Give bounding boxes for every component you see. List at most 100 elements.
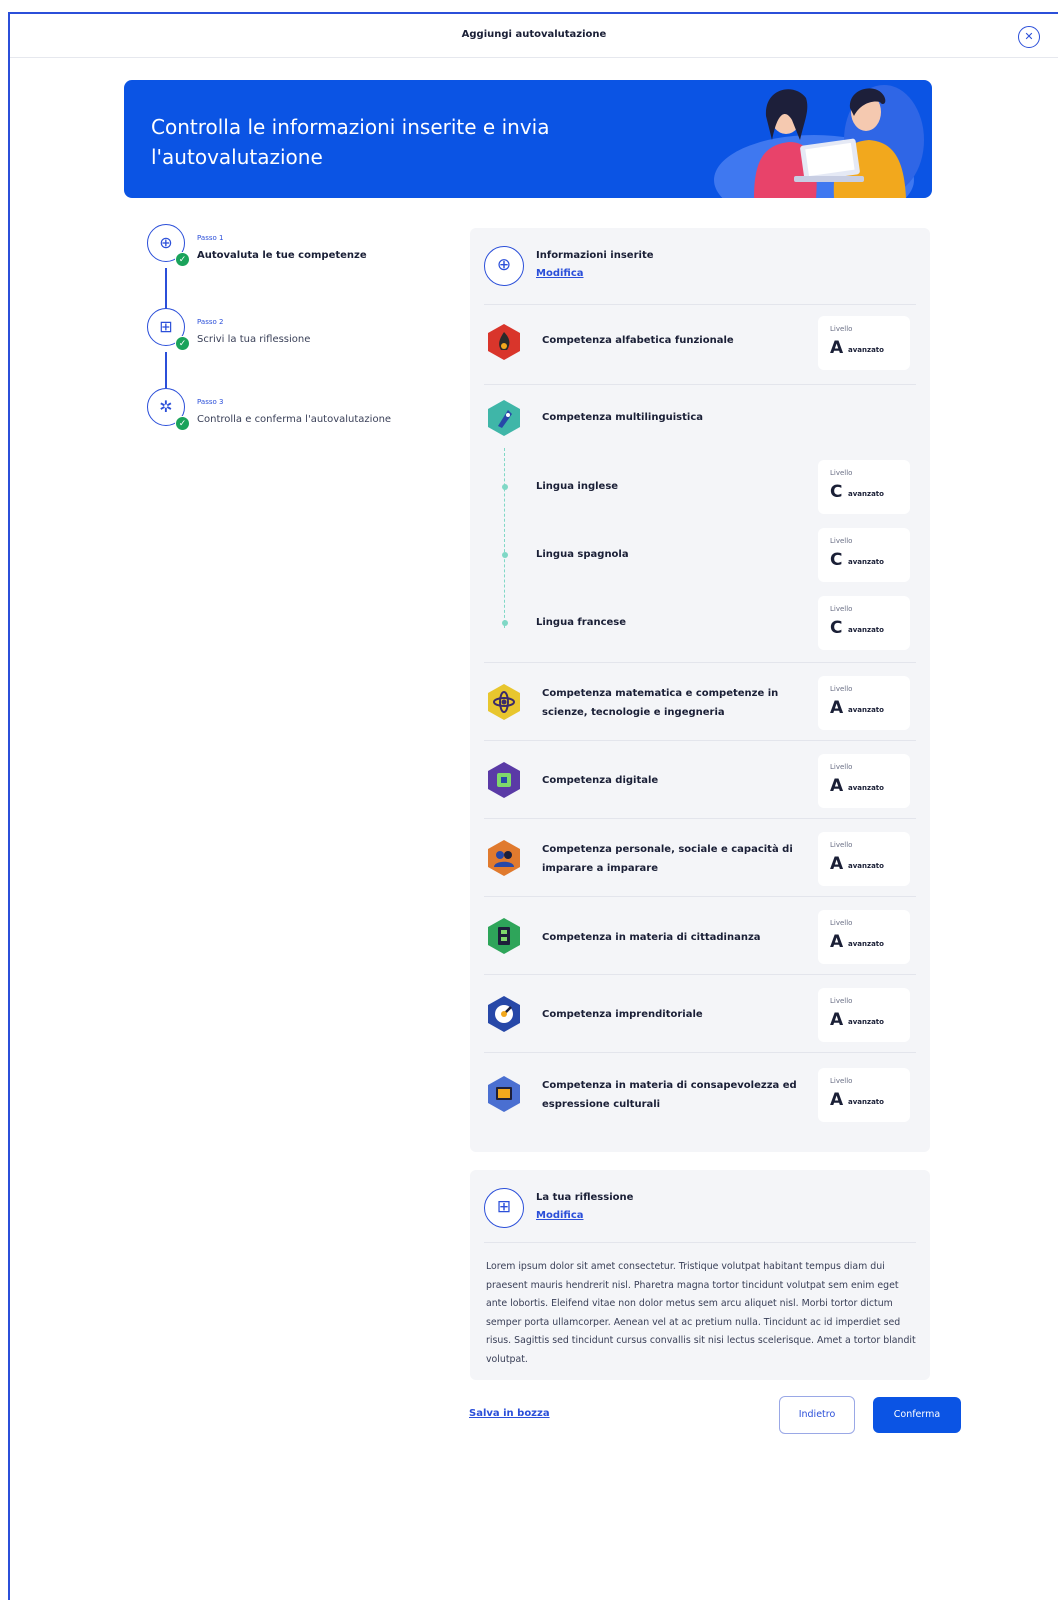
stepper: ⊕ ✓ Passo 1 Autovaluta le tue competenze… [145,222,445,442]
competence-row: Competenza alfabetica funzionale Livello… [470,314,930,374]
competence-name: Competenza multilinguistica [542,412,703,423]
level-value: A [830,1090,844,1110]
level-box: Livello C avanzato [818,460,910,514]
edit-reflection-link[interactable]: Modifica [536,1210,584,1221]
level-label: Livello [830,763,853,771]
level-label: Livello [830,469,853,477]
level-box: Livello A avanzato [818,676,910,730]
reflection-text: Lorem ipsum dolor sit amet consectetur. … [486,1261,916,1365]
rocket-icon [488,400,520,436]
competence-name: Competenza digitale [542,775,659,786]
divider [484,896,916,897]
people-laptop-illustration [714,85,924,198]
back-button[interactable]: Indietro [779,1396,855,1434]
reflection-panel-header: ⊞ La tua riflessione Modifica [470,1170,930,1246]
level-desc: avanzato [848,1018,884,1026]
language-name: Lingua francese [536,617,627,628]
level-value: A [830,776,844,796]
language-dot [502,552,508,558]
step-label: Passo 2 [197,318,224,326]
chip-icon [488,762,520,798]
level-desc: avanzato [848,346,884,354]
grid-icon: ⊞ [484,1188,524,1228]
divider [484,662,916,663]
level-value: A [830,1010,844,1030]
level-label: Livello [830,997,853,1005]
level-box: Livello A avanzato [818,988,910,1042]
level-desc: avanzato [848,784,884,792]
level-value: A [830,338,844,358]
compass-icon: ⊕ [484,246,524,286]
divider [484,740,916,741]
reflection-panel-title: La tua riflessione [536,1192,634,1203]
modal-title: Aggiungi autovalutazione [461,29,607,40]
level-box: Livello A avanzato [818,910,910,964]
check-icon: ✓ [175,336,190,351]
level-desc: avanzato [848,558,884,566]
divider [484,818,916,819]
divider [484,974,916,975]
step-1[interactable]: ⊕ ✓ Passo 1 Autovaluta le tue competenze [145,222,445,272]
level-label: Livello [830,919,853,927]
flame-icon [488,324,520,360]
level-box: Livello C avanzato [818,596,910,650]
divider [484,304,916,305]
competence-name: Competenza alfabetica funzionale [542,335,734,346]
level-box: Livello C avanzato [818,528,910,582]
frame-icon [488,1076,520,1112]
info-panel-title: Informazioni inserite [536,250,654,261]
step-text: Controlla e conferma l'autovalutazione [197,414,392,425]
step-label: Passo 3 [197,398,224,406]
level-label: Livello [830,605,853,613]
hero-banner: Controlla le informazioni inserite e inv… [124,80,932,198]
divider [484,1052,916,1053]
level-label: Livello [830,325,853,333]
step-text: Scrivi la tua riflessione [197,334,311,345]
target-icon [488,996,520,1032]
divider [484,1242,916,1243]
level-value: A [830,698,844,718]
level-desc: avanzato [848,862,884,870]
save-draft-link[interactable]: Salva in bozza [469,1408,550,1419]
close-icon[interactable]: ✕ [1018,26,1040,48]
level-box: Livello A avanzato [818,832,910,886]
competence-name: Competenza personale, sociale e capacità… [542,844,793,874]
language-dot [502,484,508,490]
competence-name: Competenza matematica e competenze in sc… [542,688,779,718]
level-box: Livello A avanzato [818,1068,910,1122]
hero-title: Controlla le informazioni inserite e inv… [151,115,550,169]
level-value: C [830,482,843,502]
level-value: A [830,932,844,952]
level-label: Livello [830,685,853,693]
level-value: C [830,550,843,570]
level-label: Livello [830,1077,853,1085]
level-desc: avanzato [848,626,884,634]
competence-row: Competenza multilinguistica [470,394,930,444]
language-connector [504,448,505,628]
level-desc: avanzato [848,490,884,498]
level-desc: avanzato [848,1098,884,1106]
level-label: Livello [830,537,853,545]
step-2[interactable]: ⊞ ✓ Passo 2 Scrivi la tua riflessione [145,306,445,356]
language-name: Lingua inglese [536,481,619,492]
step-label: Passo 1 [197,234,224,242]
edit-info-link[interactable]: Modifica [536,268,584,279]
level-value: A [830,854,844,874]
step-3[interactable]: ✲ ✓ Passo 3 Controlla e conferma l'autov… [145,386,445,436]
competence-name: Competenza in materia di cittadinanza [542,932,761,943]
step-text: Autovaluta le tue competenze [197,250,367,261]
info-panel-header: ⊕ Informazioni inserite Modifica [470,228,930,304]
check-icon: ✓ [175,416,190,431]
atom-icon [488,684,520,720]
confirm-button[interactable]: Conferma [873,1397,961,1433]
level-desc: avanzato [848,940,884,948]
people-icon [488,840,520,876]
check-icon: ✓ [175,252,190,267]
level-box: Livello A avanzato [818,754,910,808]
level-box: Livello A avanzato [818,316,910,370]
language-dot [502,620,508,626]
divider [484,384,916,385]
competence-name: Competenza in materia di consapevolezza … [542,1080,797,1110]
level-value: C [830,618,843,638]
level-desc: avanzato [848,706,884,714]
